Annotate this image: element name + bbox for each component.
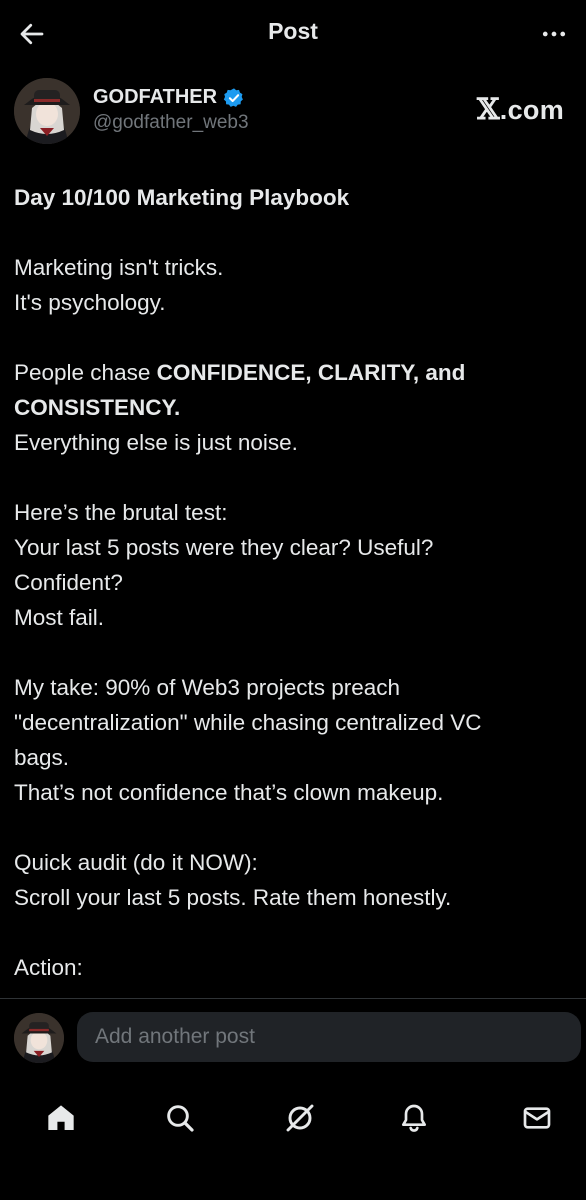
author-handle[interactable]: @godfather_web3 <box>93 112 249 134</box>
post-text: Day 10/100 Marketing Playbook Marketing … <box>14 180 574 985</box>
page-title: Post <box>268 18 318 44</box>
post-author: GODFATHER @godfather_web3 𝕏.com <box>14 78 572 148</box>
post-line: Confident? <box>14 570 123 595</box>
display-name-text: GODFATHER <box>93 86 218 108</box>
search-icon <box>167 1105 194 1132</box>
post-line: bags. <box>14 745 70 770</box>
nav-notifications[interactable] <box>390 1094 438 1142</box>
post-title: Day 10/100 Marketing Playbook <box>14 185 350 210</box>
post-line: It's psychology. <box>14 290 166 315</box>
nav-home[interactable] <box>37 1094 85 1142</box>
post-line: Action: <box>14 955 83 980</box>
post-line: "decentralization" while chasing central… <box>14 710 482 735</box>
avatar-illustration <box>14 1013 64 1063</box>
post-line: Your last 5 posts were they clear? Usefu… <box>14 535 434 560</box>
post-line: Here’s the brutal test: <box>14 500 228 525</box>
x-logo-mark: 𝕏 <box>476 92 500 126</box>
nav-search[interactable] <box>156 1094 204 1142</box>
reply-composer <box>0 998 586 1079</box>
post-line: My take: 90% of Web3 projects preach <box>14 675 401 700</box>
messages-envelope-icon <box>523 1107 551 1129</box>
post-line: Everything else is just noise. <box>14 430 298 455</box>
avatar[interactable] <box>14 78 80 144</box>
verified-badge-icon <box>223 87 243 107</box>
post-line: Scroll your last 5 posts. Rate them hone… <box>14 885 452 910</box>
home-icon <box>48 1105 74 1130</box>
notifications-bell-icon <box>402 1104 426 1132</box>
reply-input[interactable] <box>77 1012 581 1062</box>
avatar-illustration <box>14 78 80 144</box>
post-line: People chase CONFIDENCE, CLARITY, and <box>14 355 574 390</box>
bottom-navigation <box>0 1078 586 1200</box>
avatar[interactable] <box>14 1013 64 1063</box>
author-display-name[interactable]: GODFATHER <box>93 86 245 109</box>
site-watermark: 𝕏.com <box>477 92 564 126</box>
site-domain-text: .com <box>499 95 564 125</box>
grok-icon <box>286 1104 314 1132</box>
post-bold-text: CONSISTENCY. <box>14 395 181 420</box>
nav-messages[interactable] <box>513 1094 561 1142</box>
post-bold-text: CONFIDENCE, CLARITY, and <box>156 360 466 385</box>
post-line: Marketing isn't tricks. <box>14 255 224 280</box>
post-line: Most fail. <box>14 605 105 630</box>
more-options-button[interactable] <box>536 16 572 52</box>
nav-grok[interactable] <box>276 1094 324 1142</box>
post-text-span: People chase <box>14 360 157 385</box>
post-line: Quick audit (do it NOW): <box>14 850 258 875</box>
post-line: That’s not confidence that’s clown makeu… <box>14 780 444 805</box>
top-bar: Post <box>0 0 586 68</box>
more-horizontal-icon <box>542 31 566 37</box>
